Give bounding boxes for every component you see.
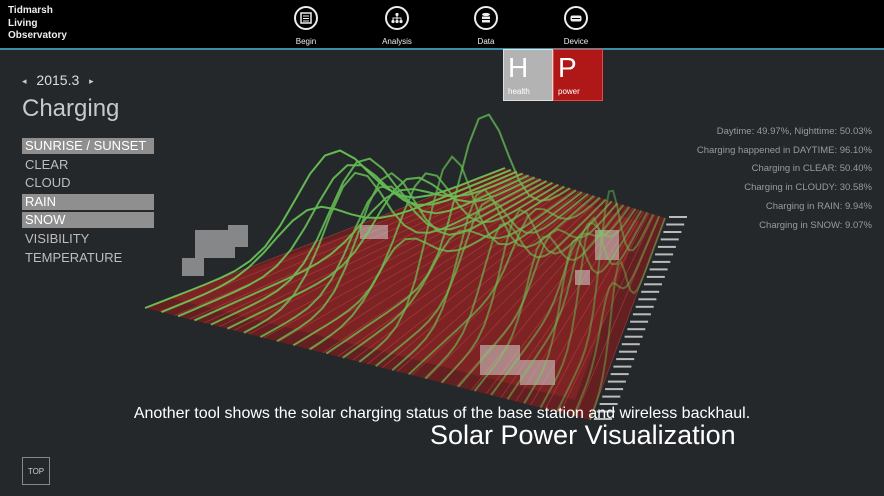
- date-tick: [635, 305, 654, 308]
- menu-item-cloud[interactable]: CLOUD: [22, 175, 154, 191]
- next-month-icon[interactable]: ▸: [89, 76, 94, 86]
- menu-item-clear[interactable]: CLEAR: [22, 157, 154, 173]
- date-tick: [621, 343, 640, 346]
- layer-menu: SUNRISE / SUNSET CLEAR CLOUD RAIN SNOW V…: [22, 138, 154, 268]
- date-tick: [649, 268, 668, 271]
- date-tick: [638, 298, 657, 301]
- stat-clear: Charging in CLEAR: 50.40%: [751, 163, 872, 175]
- date-tick: [610, 373, 629, 376]
- date-tick: [646, 275, 665, 278]
- date-tick: [657, 245, 676, 248]
- date-tick: [641, 290, 660, 293]
- menu-item-snow[interactable]: SNOW: [22, 212, 154, 229]
- menu-item-rain[interactable]: RAIN: [22, 193, 154, 210]
- date-tick: [632, 313, 651, 316]
- date-selector: ◂ 2015.3 ▸: [22, 72, 94, 88]
- page-title: Charging: [22, 95, 120, 122]
- date-tick: [644, 283, 662, 286]
- date-tick: [669, 216, 687, 218]
- current-date: 2015.3: [36, 72, 80, 88]
- date-tick: [630, 320, 649, 323]
- date-tick: [613, 365, 632, 368]
- date-tick: [602, 395, 621, 398]
- date-tick: [607, 380, 626, 383]
- power-letter: P: [558, 52, 577, 83]
- date-tick: [663, 231, 682, 233]
- health-badge[interactable]: H health: [503, 49, 553, 101]
- charging-stats: Daytime: 49.97%, Nighttime: 50.03% Charg…: [697, 123, 872, 235]
- stat-snow: Charging in SNOW: 9.07%: [759, 219, 872, 231]
- stat-cloudy: Charging in CLOUDY: 30.58%: [744, 182, 872, 194]
- top-button[interactable]: TOP: [22, 457, 50, 485]
- stat-daytime-charging: Charging happened in DAYTIME: 96.10%: [696, 144, 872, 156]
- date-tick: [655, 253, 674, 256]
- stat-daytime: Daytime: 49.97%, Nighttime: 50.03%: [716, 126, 872, 137]
- date-tick: [660, 238, 679, 241]
- date-tick: [619, 350, 637, 353]
- menu-item-temperature[interactable]: TEMPERATURE: [22, 250, 154, 266]
- power-badge[interactable]: P power: [553, 49, 603, 101]
- date-tick: [627, 328, 646, 331]
- power-label: power: [558, 87, 580, 96]
- date-tick: [616, 358, 635, 361]
- video-subtitle: Solar Power Visualization: [430, 420, 736, 450]
- stat-rain: Charging in RAIN: 9.94%: [765, 200, 872, 212]
- date-tick: [624, 335, 643, 338]
- health-label: health: [508, 87, 530, 96]
- date-tick: [652, 260, 671, 263]
- date-tick: [666, 223, 685, 226]
- health-letter: H: [508, 52, 529, 83]
- menu-item-visibility[interactable]: VISIBILITY: [22, 231, 154, 247]
- date-tick: [605, 388, 624, 391]
- menu-item-sunrise-sunset[interactable]: SUNRISE / SUNSET: [22, 138, 154, 154]
- prev-month-icon[interactable]: ◂: [22, 76, 27, 86]
